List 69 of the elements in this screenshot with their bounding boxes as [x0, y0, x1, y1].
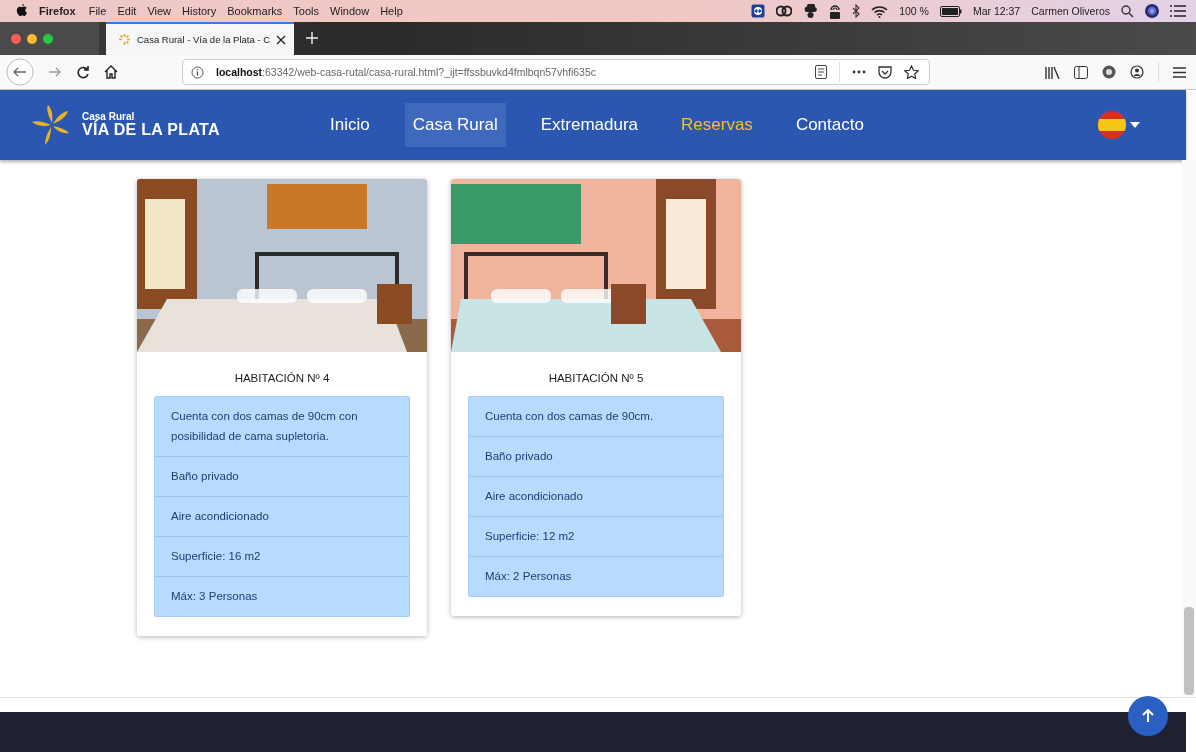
list-icon[interactable]: [1170, 5, 1186, 17]
feature-item: Superficie: 12 m2: [469, 516, 723, 556]
battery-icon[interactable]: [939, 5, 962, 17]
close-window-button[interactable]: [11, 33, 21, 44]
pocket-icon[interactable]: [878, 65, 892, 79]
search-icon[interactable]: [1121, 4, 1134, 18]
reader-view-icon[interactable]: [815, 65, 827, 79]
reload-icon[interactable]: [76, 65, 90, 79]
library-icon[interactable]: [1045, 65, 1060, 79]
nav-link[interactable]: Extremadura: [532, 103, 647, 147]
siri-icon[interactable]: [1145, 4, 1159, 18]
menu-item[interactable]: Bookmarks: [227, 5, 283, 17]
info-icon[interactable]: [191, 65, 204, 79]
room-title: HABITACIÓN Nº 4: [233, 372, 331, 384]
spain-flag-icon: [1098, 111, 1126, 139]
menu-item[interactable]: Edit: [117, 5, 137, 17]
feature-item: Máx: 2 Personas: [469, 556, 723, 596]
language-dropdown[interactable]: [1098, 111, 1140, 139]
extension-icon[interactable]: [1102, 65, 1116, 79]
forward-icon[interactable]: [48, 66, 62, 78]
wifi-icon[interactable]: [871, 4, 889, 18]
minimize-window-button[interactable]: [27, 33, 37, 44]
battery-percentage: 100 %: [899, 5, 929, 17]
feature-item: Baño privado: [155, 456, 409, 496]
menu-item[interactable]: Window: [330, 5, 370, 17]
remote-control-icon[interactable]: [751, 4, 766, 18]
account-icon[interactable]: [1130, 65, 1144, 79]
address-bar[interactable]: localhost:63342/web-casa-rutal/casa-rural.html?_ijt=ffssbuvkd4fmlbqn57vhfi635c: [182, 59, 930, 85]
more-icon[interactable]: [852, 70, 866, 74]
back-icon[interactable]: [6, 58, 34, 86]
room-title: HABITACIÓN Nº 5: [547, 372, 645, 384]
menu-item[interactable]: Help: [380, 5, 403, 17]
app-menu[interactable]: Firefox: [39, 5, 76, 17]
menu-item[interactable]: View: [147, 5, 172, 17]
feature-item: Máx: 3 Personas: [155, 576, 409, 616]
scrollbar[interactable]: [1182, 160, 1196, 697]
caret-icon: [1130, 122, 1140, 128]
zoom-window-button[interactable]: [43, 33, 53, 44]
nav-link[interactable]: Inicio: [322, 103, 378, 147]
home-icon[interactable]: [104, 65, 118, 79]
apple-icon[interactable]: [16, 4, 28, 18]
feature-item: Cuenta con dos camas de 90cm con posibilidad de cama supletoria.: [155, 397, 409, 456]
clock[interactable]: Mar 12:37: [972, 5, 1021, 17]
back-to-top-button[interactable]: [1128, 696, 1168, 736]
nav-link[interactable]: Casa Rural: [404, 103, 506, 147]
sun-icon: [118, 33, 131, 46]
feature-item: Aire acondicionado: [469, 476, 723, 516]
arrow-up-icon: [1142, 709, 1154, 723]
close-icon[interactable]: [276, 34, 287, 45]
feature-item: Aire acondicionado: [155, 496, 409, 536]
lock-icon[interactable]: [829, 3, 842, 19]
sidebar-icon[interactable]: [1074, 65, 1088, 79]
cloud-upload-icon[interactable]: [803, 4, 819, 18]
bluetooth-icon[interactable]: [852, 4, 861, 18]
menu-icon[interactable]: [1173, 66, 1186, 78]
new-tab-icon[interactable]: [306, 32, 319, 44]
user-name[interactable]: Carmen Oliveros: [1031, 5, 1110, 17]
menu-item[interactable]: File: [88, 5, 107, 17]
menu-item[interactable]: History: [182, 5, 217, 17]
scrollbar-thumb[interactable]: [1184, 607, 1194, 695]
browser-tab[interactable]: Casa Rural - Vía de la Plata - C: [106, 22, 295, 55]
nav-link[interactable]: Contacto: [787, 103, 872, 147]
menu-item[interactable]: Tools: [293, 5, 319, 17]
star-icon[interactable]: [904, 65, 919, 79]
feature-item: Baño privado: [469, 436, 723, 476]
nav-link[interactable]: Reservas: [673, 103, 761, 147]
feature-item: Superficie: 16 m2: [155, 536, 409, 576]
cloud-icon[interactable]: [776, 5, 793, 17]
feature-item: Cuenta con dos camas de 90cm.: [469, 397, 723, 436]
